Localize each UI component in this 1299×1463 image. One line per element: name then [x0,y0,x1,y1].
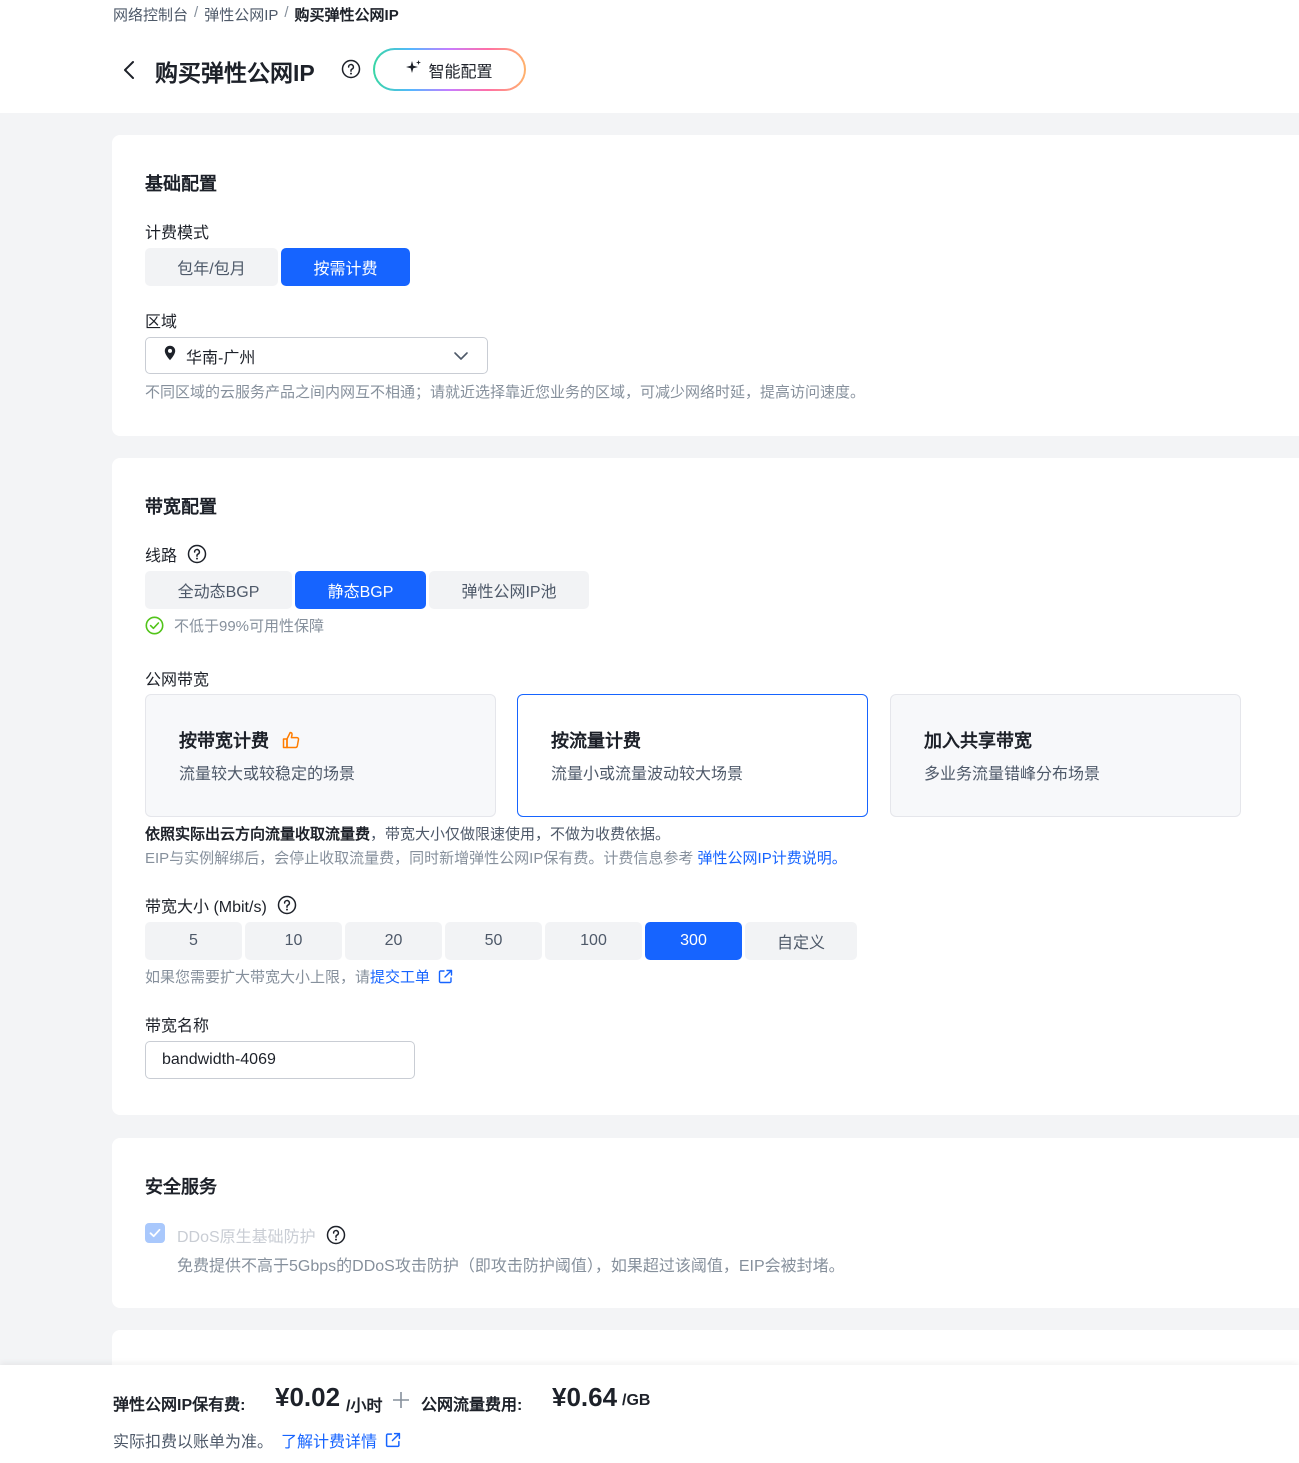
chevron-down-icon [453,348,469,369]
breadcrumb-separator: / [194,4,199,21]
help-icon[interactable] [277,895,297,915]
size-option[interactable]: 5 [145,922,242,960]
line-selector: 全动态BGP 静态BGP 弹性公网IP池 [145,571,589,609]
page-title: 购买弹性公网IP [155,60,315,86]
thumbs-up-icon [281,730,301,750]
plan-title: 加入共享带宽 [924,731,1032,751]
region-select[interactable]: 华南-广州 [145,337,488,374]
breadcrumb-eip[interactable]: 弹性公网IP [204,4,278,25]
billing-mode-label: 计费模式 [145,225,210,242]
region-hint: 不同区域的云服务产品之间内网互不相通；请就近选择靠近您业务的区域，可减少网络时延… [145,384,866,401]
plan-title: 按带宽计费 [179,731,269,751]
basic-config-title: 基础配置 [145,174,217,194]
sparkle-icon [406,59,422,80]
traffic-fee-unit: /GB [622,1392,651,1409]
help-icon[interactable] [187,544,207,564]
plan-card-shared[interactable]: 加入共享带宽 多业务流量错峰分布场景 [890,694,1241,817]
page-header: 网络控制台 / 弹性公网IP / 购买弹性公网IP 购买弹性公网IP 智能配置 [0,0,1299,113]
traffic-fee-price: ¥0.64 [552,1382,618,1412]
line-option-static-bgp[interactable]: 静态BGP [295,571,426,609]
external-link-icon[interactable] [438,969,453,984]
breadcrumb-current: 购买弹性公网IP [294,7,399,24]
hold-fee-unit: /小时 [346,1398,383,1415]
external-link-icon[interactable] [385,1432,401,1448]
plan-desc: 流量小或流量波动较大场景 [551,766,744,783]
price-footer: 弹性公网IP保有费: ¥0.02 /小时 公网流量费用: ¥0.64 /GB 实… [0,1365,1299,1463]
ddos-label: DDoS原生基础防护 [177,1223,346,1247]
bandwidth-name-input[interactable] [145,1041,415,1079]
billing-note: EIP与实例解绑后，会停止收取流量费，同时新增弹性公网IP保有费。计费信息参考 … [145,850,847,867]
smart-config-button[interactable]: 智能配置 [373,48,526,91]
plan-card-traffic[interactable]: 按流量计费 流量小或流量波动较大场景 [517,694,868,817]
bandwidth-size-label: 带宽大小 (Mbit/s) [145,893,297,917]
size-option[interactable]: 50 [445,922,542,960]
help-icon[interactable] [341,59,361,84]
plus-icon [392,1391,410,1414]
plan-card-bandwidth[interactable]: 按带宽计费 流量较大或较稳定的场景 [145,694,496,817]
hold-fee-price: ¥0.02 [275,1382,341,1412]
submit-ticket-link[interactable]: 提交工单 [370,966,430,987]
sla-note: 不低于99%可用性保障 [145,615,324,636]
line-option-eip-pool[interactable]: 弹性公网IP池 [429,571,589,609]
smart-config-label: 智能配置 [428,63,493,81]
check-circle-icon [145,616,164,635]
ddos-description: 免费提供不高于5Gbps的DDoS攻击防护（即攻击防护阈值），如果超过该阈值，E… [177,1258,845,1275]
size-option-selected[interactable]: 300 [645,922,742,960]
size-option[interactable]: 100 [545,922,642,960]
security-card: 安全服务 DDoS原生基础防护 免费提供不高于5Gbps的DDoS攻击防护（即攻… [112,1138,1299,1308]
basic-config-card: 基础配置 计费模式 包年/包月 按需计费 区域 华南-广州 不同区域的云服务产品… [112,135,1299,436]
size-option-custom[interactable]: 自定义 [745,922,857,960]
region-label: 区域 [145,314,178,331]
bandwidth-config-title: 带宽配置 [145,497,217,517]
billing-option-prepaid[interactable]: 包年/包月 [145,248,278,286]
billing-note: 实际扣费以账单为准。 了解计费详情 [113,1428,401,1452]
plan-desc: 多业务流量错峰分布场景 [924,766,1101,783]
breadcrumb-network-console[interactable]: 网络控制台 [113,4,188,25]
region-value: 华南-广州 [186,349,256,367]
bandwidth-name-label: 带宽名称 [145,1018,210,1035]
plan-title: 按流量计费 [551,731,641,751]
line-label: 线路 [145,542,207,566]
billing-mode-selector: 包年/包月 按需计费 [145,248,410,286]
traffic-fee-label: 公网流量费用: [421,1397,523,1414]
back-arrow-icon[interactable] [118,56,140,84]
plan-desc: 流量较大或较稳定的场景 [179,766,356,783]
security-title: 安全服务 [145,1177,217,1197]
hold-fee-label: 弹性公网IP保有费: [113,1397,246,1414]
line-option-dynamic-bgp[interactable]: 全动态BGP [145,571,292,609]
location-pin-icon [164,345,176,366]
help-icon[interactable] [326,1225,346,1245]
eip-billing-link[interactable]: 弹性公网IP计费说明。 [698,850,847,867]
billing-option-on-demand[interactable]: 按需计费 [281,248,410,286]
ddos-checkbox[interactable] [145,1223,165,1243]
size-option[interactable]: 10 [245,922,342,960]
public-bandwidth-label: 公网带宽 [145,672,210,689]
bandwidth-size-selector: 5 10 20 50 100 300 自定义 [145,922,857,960]
breadcrumb: 网络控制台 / 弹性公网IP / 购买弹性公网IP [113,4,399,25]
billing-details-link[interactable]: 了解计费详情 [281,1428,377,1452]
bandwidth-config-card: 带宽配置 线路 全动态BGP 静态BGP 弹性公网IP池 不低于99%可用性保障… [112,458,1299,1115]
size-option[interactable]: 20 [345,922,442,960]
billing-description: 依照实际出云方向流量收取流量费，带宽大小仅做限速使用，不做为收费依据。 [145,826,671,843]
breadcrumb-separator: / [284,4,289,21]
size-hint: 如果您需要扩大带宽大小上限，请 提交工单 [145,966,453,987]
